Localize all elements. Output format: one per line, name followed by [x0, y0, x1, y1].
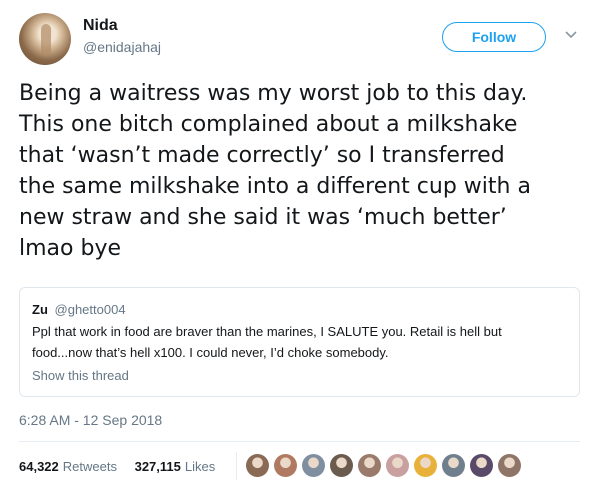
liker-avatar[interactable] [470, 454, 493, 477]
author-name[interactable]: Nida [83, 17, 118, 35]
likes-count: 327,115 [134, 459, 181, 474]
quoted-tweet[interactable]: Zu @ghetto004 Ppl that work in food are … [19, 287, 580, 397]
quoted-tweet-author-name: Zu [32, 302, 48, 317]
stats-divider [19, 441, 580, 442]
stats-vertical-divider [236, 452, 237, 480]
retweets-stat[interactable]: 64,322 Retweets [19, 459, 121, 474]
tweet-timestamp[interactable]: 6:28 AM - 12 Sep 2018 [19, 412, 162, 428]
likes-stat[interactable]: 327,115 Likes [135, 459, 216, 474]
tweet-text: Being a waitress was my worst job to thi… [19, 81, 531, 261]
liker-avatar[interactable] [414, 454, 437, 477]
liker-avatar[interactable] [358, 454, 381, 477]
liker-avatar[interactable] [330, 454, 353, 477]
liker-avatar[interactable] [498, 454, 521, 477]
show-thread-link[interactable]: Show this thread [32, 368, 129, 383]
retweets-count: 64,322 [19, 459, 59, 474]
quoted-tweet-text: Ppl that work in food are braver than th… [32, 324, 502, 360]
chevron-down-icon[interactable] [564, 30, 578, 40]
quoted-tweet-header: Zu @ghetto004 [32, 302, 126, 317]
quoted-tweet-author-handle: @ghetto004 [54, 302, 126, 317]
liker-avatars [246, 454, 521, 477]
liker-avatar[interactable] [386, 454, 409, 477]
liker-avatar[interactable] [442, 454, 465, 477]
retweets-label: Retweets [62, 459, 117, 474]
likes-label: Likes [184, 459, 216, 474]
author-avatar[interactable] [19, 13, 71, 65]
tweet-stats: 64,322 Retweets 327,115 Likes [19, 459, 229, 474]
follow-button[interactable]: Follow [442, 22, 546, 52]
liker-avatar[interactable] [302, 454, 325, 477]
liker-avatar[interactable] [274, 454, 297, 477]
author-handle[interactable]: @enidajahaj [83, 39, 161, 55]
liker-avatar[interactable] [246, 454, 269, 477]
